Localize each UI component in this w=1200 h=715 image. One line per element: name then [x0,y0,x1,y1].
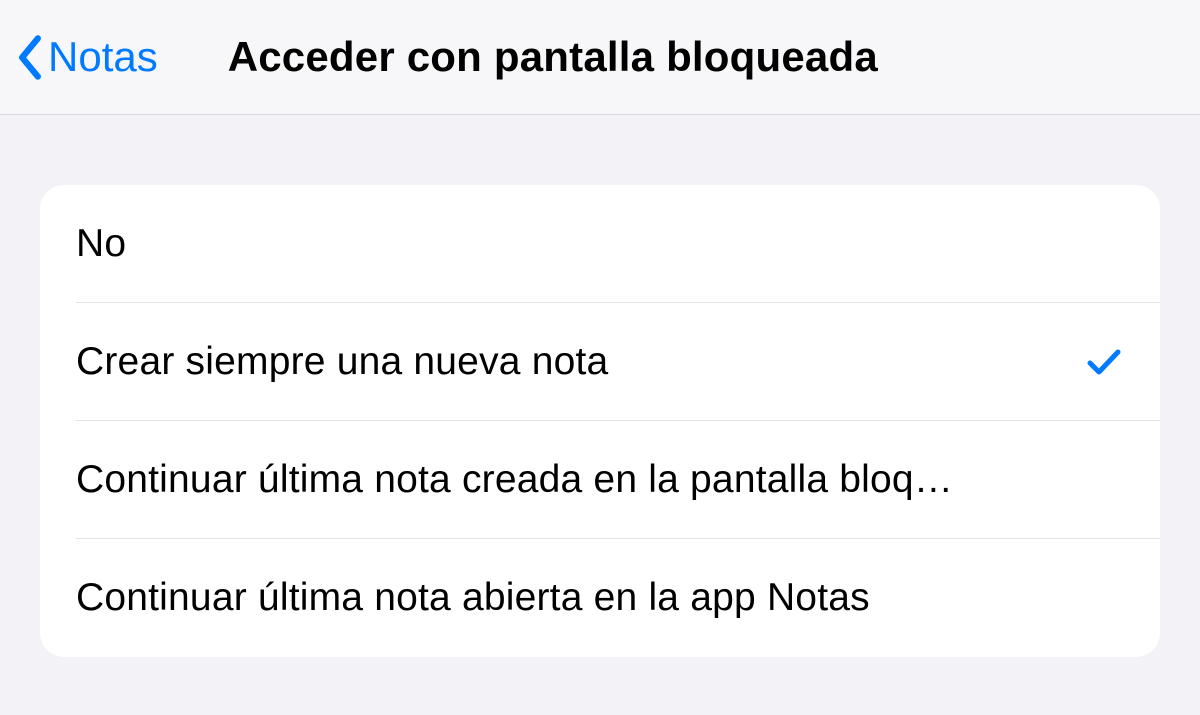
content-area: No Crear siempre una nueva nota Continua… [0,115,1200,657]
option-resume-last-app-note[interactable]: Continuar última nota abierta en la app … [40,539,1160,657]
option-resume-last-lockscreen-note[interactable]: Continuar última nota creada en la panta… [40,421,1160,539]
option-off[interactable]: No [40,185,1160,303]
page-title: Acceder con pantalla bloqueada [228,33,878,81]
back-label: Notas [48,36,158,78]
option-always-create-new-note[interactable]: Crear siempre una nueva nota [40,303,1160,421]
option-label: Crear siempre una nueva nota [76,340,1084,384]
checkmark-icon [1084,342,1124,382]
options-list: No Crear siempre una nueva nota Continua… [40,185,1160,657]
nav-bar: Notas Acceder con pantalla bloqueada [0,0,1200,115]
back-button[interactable]: Notas [14,35,158,80]
chevron-left-icon [14,35,46,80]
option-label: No [76,222,1124,266]
option-label: Continuar última nota creada en la panta… [76,458,1124,502]
option-label: Continuar última nota abierta en la app … [76,576,1124,620]
